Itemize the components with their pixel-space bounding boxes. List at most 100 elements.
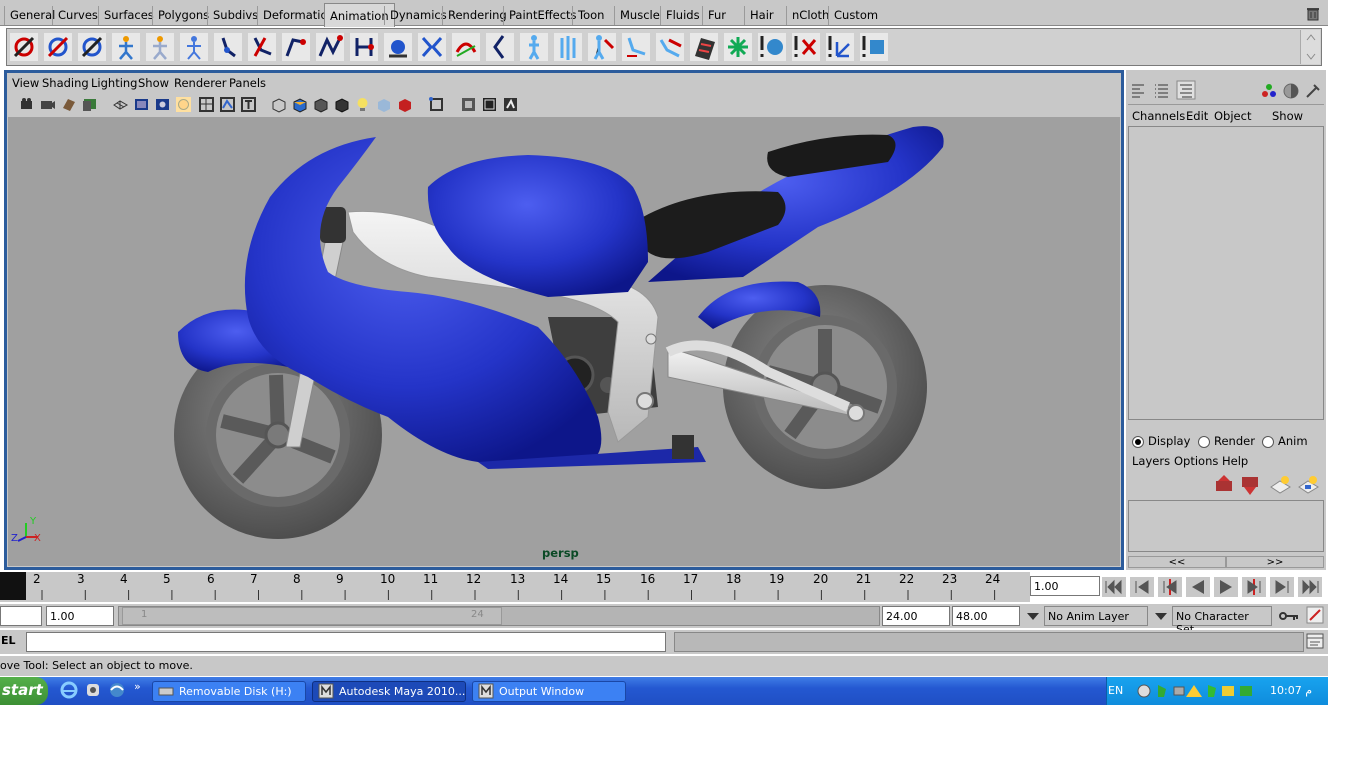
move-layer-up-icon[interactable] — [1214, 475, 1236, 495]
character-key-icon[interactable] — [587, 32, 617, 62]
channel-menu-channels[interactable]: Channels — [1132, 109, 1185, 123]
viewport-menu-view[interactable]: View — [12, 76, 39, 90]
shelf-tab-painteffects[interactable]: PaintEffects — [503, 6, 582, 25]
animation-start-field[interactable] — [0, 606, 42, 626]
layer-mode-render[interactable]: Render — [1198, 434, 1255, 448]
new-layer-icon[interactable] — [1270, 475, 1292, 495]
quick-launch-chevron-icon[interactable]: » — [134, 680, 141, 693]
layer-list[interactable] — [1128, 500, 1324, 552]
shelf-scroll-arrows[interactable] — [1300, 30, 1320, 64]
lattice-icon[interactable] — [383, 32, 413, 62]
step-forward-key-button[interactable] — [1242, 577, 1266, 597]
cluster-icon[interactable] — [417, 32, 447, 62]
command-language-label[interactable]: EL — [1, 634, 16, 647]
safe-action-icon[interactable] — [175, 96, 192, 113]
current-frame-marker[interactable] — [0, 572, 26, 600]
bend-deformer-icon[interactable] — [485, 32, 515, 62]
shelf-tab-custom[interactable]: Custom — [828, 6, 883, 25]
command-input[interactable] — [26, 632, 666, 652]
move-layer-down-icon[interactable] — [1240, 475, 1262, 495]
channel-menu-show[interactable]: Show — [1272, 109, 1303, 123]
constraint-icon[interactable] — [757, 32, 787, 62]
channel-box-list[interactable] — [1128, 126, 1324, 420]
step-back-key-button[interactable] — [1158, 577, 1182, 597]
shelf-tab-curves[interactable]: Curves — [52, 6, 103, 25]
shelf-tab-fluids[interactable]: Fluids — [660, 6, 705, 25]
locator-icon[interactable] — [723, 32, 753, 62]
shelf-scroll-icon[interactable] — [1301, 30, 1321, 64]
ik-chain-icon[interactable] — [281, 32, 311, 62]
smooth-shade-icon[interactable] — [219, 96, 236, 113]
anim-layer-dropdown[interactable]: No Anim Layer — [1044, 606, 1148, 626]
language-indicator[interactable]: EN — [1108, 684, 1123, 697]
color-channels-icon[interactable] — [1260, 82, 1278, 100]
layer-menu-options[interactable]: Options — [1174, 454, 1218, 468]
trash-icon[interactable] — [1306, 6, 1320, 21]
anim-layer-dropdown-icon[interactable] — [1024, 608, 1042, 624]
range-slider-bar[interactable]: 1 24 — [122, 607, 502, 625]
detach-skin-icon[interactable] — [349, 32, 379, 62]
layer-menu-help[interactable]: Help — [1222, 454, 1248, 468]
channel-box-toggle-icon[interactable] — [1130, 82, 1146, 98]
shelf-tab-hair[interactable]: Hair — [744, 6, 779, 25]
textured-icon[interactable] — [375, 96, 392, 113]
motorcycle-model-render[interactable]: Y Z X — [8, 117, 1120, 566]
taskbar-button-output-window[interactable]: Output Window — [472, 681, 626, 702]
character-set-dropdown[interactable]: No Character Set — [1172, 606, 1272, 636]
layer-mode-anim[interactable]: Anim — [1262, 434, 1308, 448]
xray-icon[interactable] — [460, 96, 477, 113]
shelf-tab-subdivs[interactable]: Subdivs — [207, 6, 263, 25]
anim-radio[interactable] — [1262, 435, 1274, 448]
orient-constraint-icon[interactable] — [825, 32, 855, 62]
browser-icon[interactable] — [108, 681, 126, 699]
trax-icon[interactable] — [655, 32, 685, 62]
aim-constraint-icon[interactable] — [791, 32, 821, 62]
field-chart-icon[interactable] — [240, 96, 257, 113]
viewport-menu-renderer[interactable]: Renderer — [174, 76, 227, 90]
collapse-right-button[interactable]: >> — [1226, 556, 1324, 568]
character-icon[interactable] — [519, 32, 549, 62]
key-tangent-icon[interactable] — [43, 32, 73, 62]
grid-icon[interactable] — [112, 96, 129, 113]
mirror-skeleton-icon[interactable] — [553, 32, 583, 62]
shading-ball-icon[interactable] — [1282, 82, 1300, 100]
ik-handle-icon[interactable] — [111, 32, 141, 62]
taskbar-button-removable-disk[interactable]: Removable Disk (H:) — [152, 681, 306, 702]
display-radio[interactable] — [1132, 435, 1144, 448]
current-time-field[interactable]: 1.00 — [1030, 576, 1100, 596]
character-set-dropdown-icon[interactable] — [1152, 608, 1170, 624]
layer-mode-display[interactable]: Display — [1132, 434, 1190, 448]
set-key-icon[interactable] — [9, 32, 39, 62]
playback-end-field[interactable]: 24.00 — [882, 606, 950, 626]
layer-menu-layers[interactable]: Layers — [1132, 454, 1170, 468]
bookmark-icon[interactable] — [60, 96, 77, 113]
wrap-deformer-icon[interactable] — [451, 32, 481, 62]
smooth-shade-all-icon[interactable] — [291, 96, 308, 113]
bind-skin-icon[interactable] — [315, 32, 345, 62]
flat-shade-icon[interactable] — [312, 96, 329, 113]
auto-key-icon[interactable] — [1278, 608, 1300, 624]
play-backwards-button[interactable] — [1186, 577, 1210, 597]
step-back-frame-button[interactable] — [1130, 577, 1154, 597]
channel-menu-edit[interactable]: Edit — [1186, 109, 1208, 123]
collapse-left-button[interactable]: << — [1128, 556, 1226, 568]
new-layer-selected-icon[interactable] — [1298, 475, 1320, 495]
camera-attributes-icon[interactable] — [39, 96, 56, 113]
viewport-menu-panels[interactable]: Panels — [229, 76, 266, 90]
hardware-render-icon[interactable] — [502, 96, 519, 113]
select-camera-icon[interactable] — [18, 96, 35, 113]
bounding-box-icon[interactable] — [333, 96, 350, 113]
render-radio[interactable] — [1198, 435, 1210, 448]
viewport-menu-show[interactable]: Show — [138, 76, 169, 90]
shelf-tab-rendering[interactable]: Rendering — [442, 6, 512, 25]
step-forward-frame-button[interactable] — [1270, 577, 1294, 597]
go-to-end-button[interactable] — [1298, 577, 1322, 597]
lighting-icon[interactable] — [354, 96, 371, 113]
shelf-tab-polygons[interactable]: Polygons — [152, 6, 214, 25]
shelf-tab-muscle[interactable]: Muscle — [614, 6, 665, 25]
start-button[interactable]: start — [0, 677, 48, 705]
pole-vector-icon[interactable] — [859, 32, 889, 62]
viewport-menu-shading[interactable]: Shading — [42, 76, 89, 90]
playback-start-field[interactable]: 1.00 — [46, 606, 114, 626]
perspective-viewport[interactable]: Y Z X — [8, 117, 1120, 566]
